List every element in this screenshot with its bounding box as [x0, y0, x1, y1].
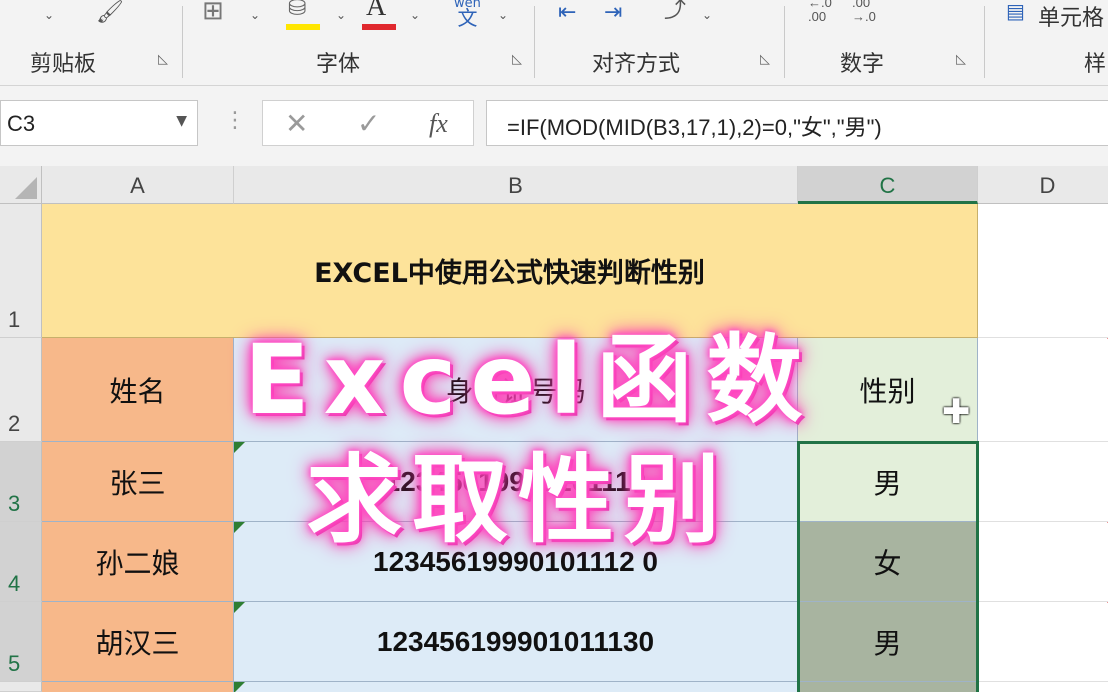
cell-format-icon[interactable]: ▤	[1006, 0, 1025, 24]
number-group-label: 数字	[840, 52, 885, 77]
decrease-indent-icon[interactable]: ⇤	[558, 0, 576, 26]
error-indicator	[234, 602, 245, 613]
borders-icon[interactable]: ⊞	[202, 0, 224, 24]
clipboard-group-label: 剪贴板	[30, 52, 97, 77]
overlay-title-line1: Excel函数	[244, 324, 817, 436]
paste-dropdown-icon[interactable]: ⌄	[44, 8, 54, 22]
font-launcher-icon[interactable]: ◺	[512, 52, 528, 68]
gender-cell[interactable]: 男	[798, 602, 978, 682]
number-group: ←.0.00 .00 →.0 数字 ◺	[786, 0, 982, 86]
name-cell[interactable]: 张三	[42, 442, 234, 522]
formula-bar-grip-icon[interactable]: ⋮	[224, 108, 246, 133]
clipboard-group: 🖌 ⌄ 剪贴板 ◺	[0, 0, 180, 86]
row-header-2[interactable]: 2	[0, 338, 42, 442]
row-header-6[interactable]	[0, 682, 42, 692]
fill-color-dropdown-icon[interactable]: ⌄	[336, 8, 346, 22]
column-header-b[interactable]: B	[234, 166, 798, 204]
error-indicator	[234, 682, 245, 692]
cell-cursor-icon: ✚	[942, 392, 971, 432]
row-header-4[interactable]: 4	[0, 522, 42, 602]
font-group: ⊞ ⌄ ⛁ ⌄ A ⌄ wén 文 ⌄ 字体 ◺	[184, 0, 532, 86]
name-cell[interactable]	[42, 682, 234, 692]
id-value: 123456199901011130	[376, 625, 655, 657]
ribbon: 🖌 ⌄ 剪贴板 ◺ ⊞ ⌄ ⛁ ⌄ A ⌄ wén 文 ⌄ 字体 ◺ ⇤ ⇥ ⤴ …	[0, 0, 1108, 86]
select-all-button[interactable]	[0, 166, 42, 204]
column-header-a[interactable]: A	[42, 166, 234, 204]
format-painter-icon[interactable]: 🖌	[96, 0, 124, 26]
phonetic-dropdown-icon[interactable]: ⌄	[498, 8, 508, 22]
increase-decimal-icon[interactable]: ←.0.00	[808, 0, 832, 24]
row-header-label: 1	[8, 307, 21, 332]
header-name-cell[interactable]: 姓名	[42, 338, 234, 442]
row-header-1[interactable]: 1	[0, 204, 42, 338]
error-indicator	[234, 442, 245, 453]
cell-format-label[interactable]: 单元格	[1038, 0, 1104, 32]
row-header-label: 4	[8, 571, 21, 596]
error-indicator	[234, 522, 245, 533]
increase-indent-icon[interactable]: ⇥	[604, 0, 622, 26]
styles-group-label: 样	[1084, 52, 1107, 77]
name-box[interactable]: C3 ▼	[0, 100, 198, 146]
row-header-label: 2	[8, 411, 21, 436]
name-cell[interactable]: 胡汉三	[42, 602, 234, 682]
gender-cell[interactable]	[798, 682, 978, 692]
row-header-5[interactable]: 5	[0, 602, 42, 682]
alignment-launcher-icon[interactable]: ◺	[760, 52, 776, 68]
cell-d1[interactable]	[978, 204, 1108, 338]
cell-d2[interactable]	[978, 338, 1108, 442]
name-box-value: C3	[7, 111, 36, 136]
name-cell[interactable]: 孙二娘	[42, 522, 234, 602]
ribbon-separator	[984, 6, 985, 78]
orientation-dropdown-icon[interactable]: ⌄	[702, 8, 712, 22]
formula-buttons: ✕ ✓ fx	[262, 100, 474, 146]
number-launcher-icon[interactable]: ◺	[956, 52, 972, 68]
fill-color-bar	[286, 24, 320, 30]
orientation-icon[interactable]: ⤴	[664, 0, 686, 24]
borders-dropdown-icon[interactable]: ⌄	[250, 8, 260, 22]
overlay-title-line2: 求取性别	[306, 444, 730, 556]
formula-bar: C3 ▼ ⋮ ✕ ✓ fx =IF(MOD(MID(B3,17,1),2)=0,…	[0, 86, 1108, 166]
gender-cell[interactable]: 女	[798, 522, 978, 602]
decrease-decimal-icon[interactable]: .00 →.0	[852, 0, 876, 24]
ribbon-separator	[784, 6, 785, 78]
column-header-c[interactable]: C	[798, 166, 978, 204]
ribbon-separator	[534, 6, 535, 78]
id-cell[interactable]	[234, 682, 798, 692]
font-color-dropdown-icon[interactable]: ⌄	[410, 8, 420, 22]
formula-input[interactable]: =IF(MOD(MID(B3,17,1),2)=0,"女","男")	[486, 100, 1108, 146]
ribbon-separator	[182, 6, 183, 78]
gender-cell[interactable]: 男	[798, 442, 978, 522]
fill-color-icon[interactable]: ⛁	[288, 0, 306, 22]
cell-d3[interactable]	[978, 442, 1108, 522]
phonetic-icon[interactable]: wén 文	[454, 0, 481, 29]
font-color-icon[interactable]: A	[366, 0, 386, 21]
row-header-3[interactable]: 3	[0, 442, 42, 522]
id-cell[interactable]: 123456199901011130	[234, 602, 798, 682]
cancel-icon[interactable]: ✕	[285, 107, 308, 140]
alignment-group-label: 对齐方式	[592, 52, 681, 77]
cell-d4[interactable]	[978, 522, 1108, 602]
enter-icon[interactable]: ✓	[357, 107, 380, 140]
styles-group: ▤ 单元格 样	[986, 0, 1108, 86]
cell-d5[interactable]	[978, 602, 1108, 682]
column-header-d[interactable]: D	[978, 166, 1108, 204]
name-box-dropdown-icon[interactable]: ▼	[176, 113, 187, 129]
font-color-bar	[362, 24, 396, 30]
row-header-label: 3	[8, 491, 21, 516]
insert-function-icon[interactable]: fx	[429, 109, 448, 139]
clipboard-launcher-icon[interactable]: ◺	[158, 52, 174, 68]
formula-text: =IF(MOD(MID(B3,17,1),2)=0,"女","男")	[507, 115, 882, 140]
alignment-group: ⇤ ⇥ ⤴ ⌄ 对齐方式 ◺	[536, 0, 782, 86]
row-header-label: 5	[8, 651, 21, 676]
font-group-label: 字体	[316, 52, 361, 77]
